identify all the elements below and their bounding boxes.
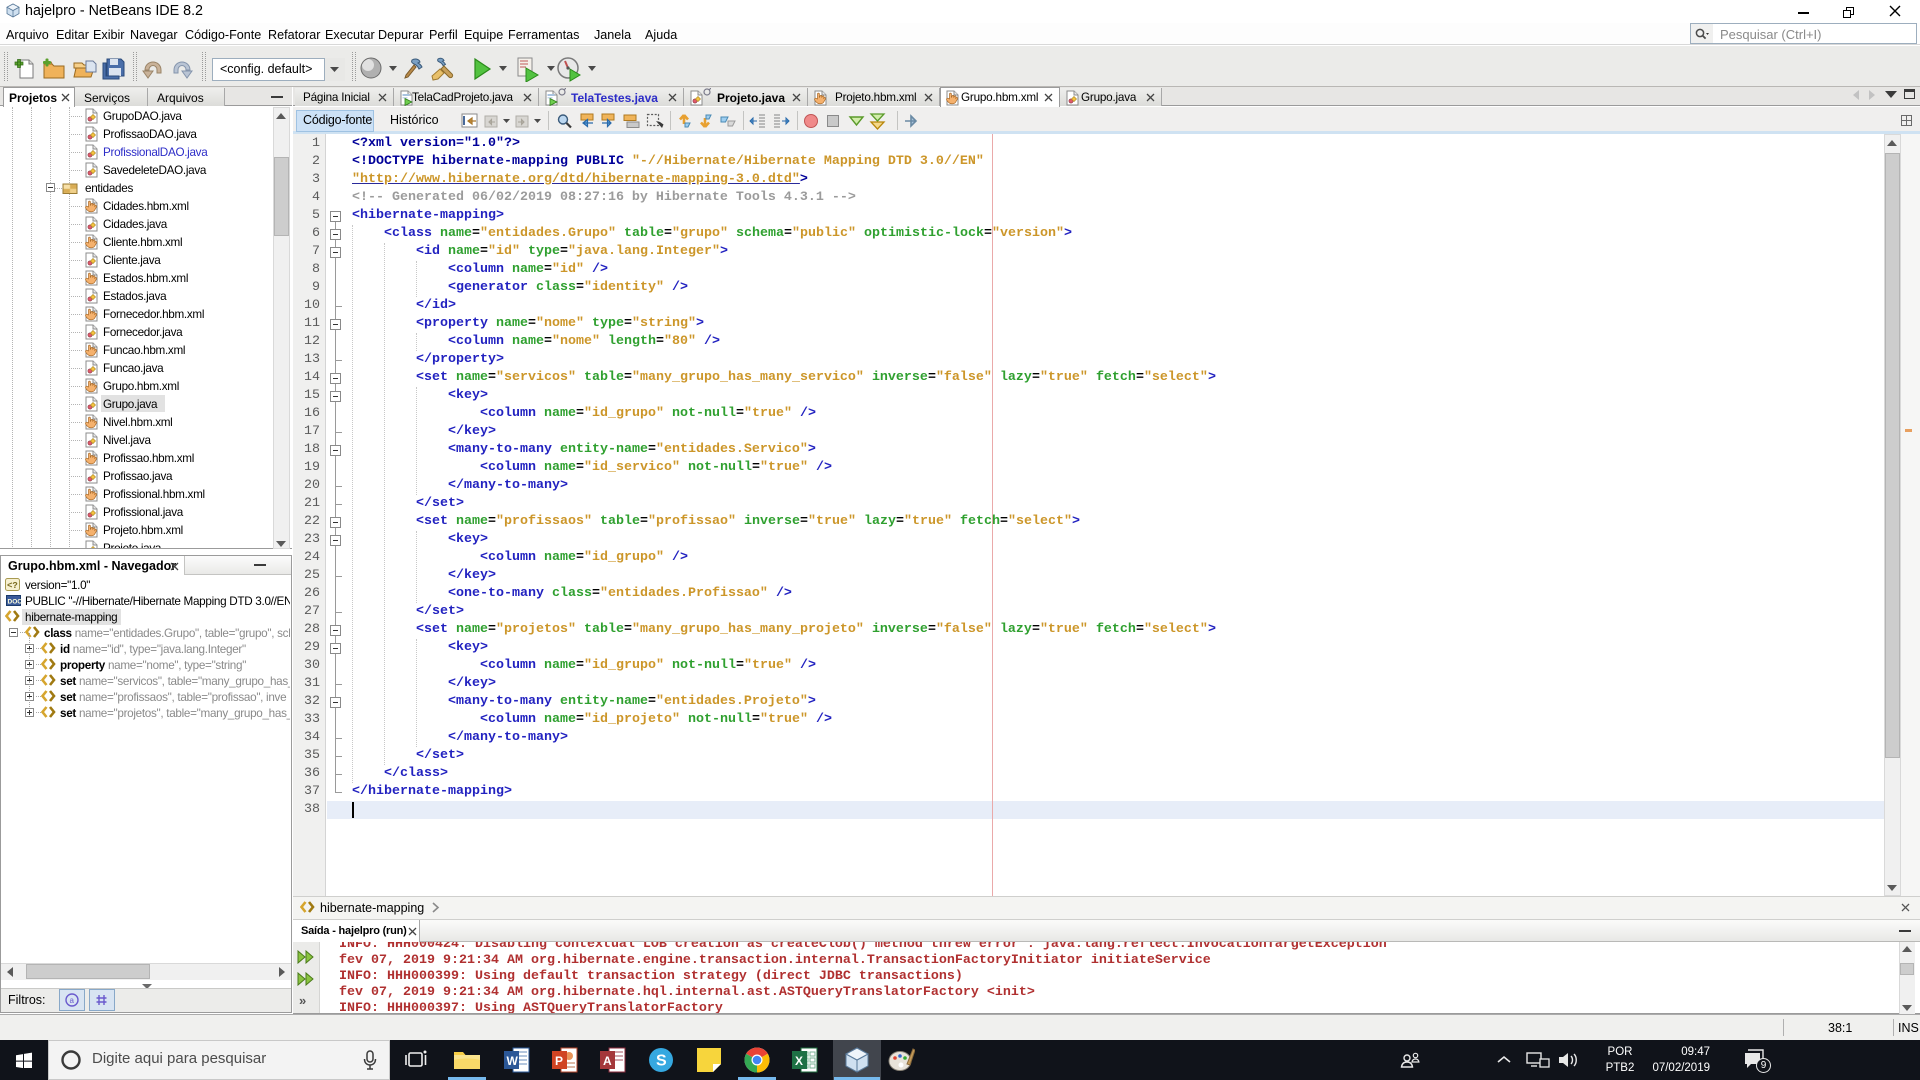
svg-text:A: A	[603, 1054, 612, 1068]
svg-text:X: X	[795, 1054, 803, 1068]
svg-text:P: P	[555, 1054, 563, 1068]
svg-text:W: W	[507, 1054, 519, 1068]
svg-text:DOC: DOC	[8, 599, 22, 606]
svg-text:<?: <?	[7, 581, 18, 591]
svg-text:a: a	[70, 996, 75, 1005]
svg-text:S: S	[656, 1053, 667, 1070]
